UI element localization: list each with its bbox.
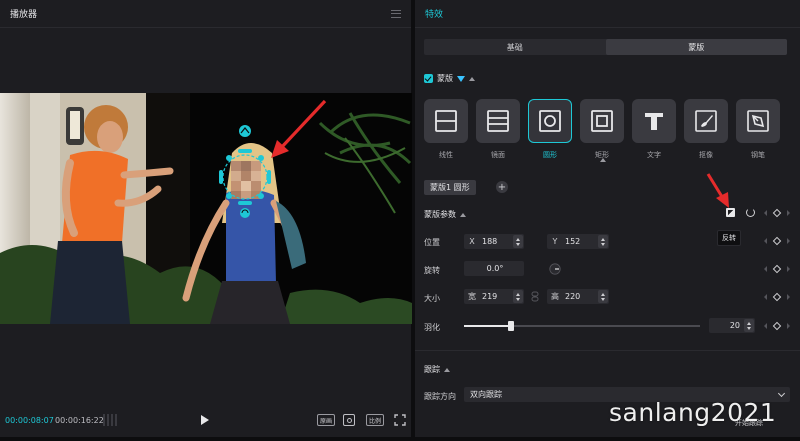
brush-mask-icon <box>695 110 717 132</box>
mask-type-list: 线性 镜面 圆形 矩形 文字 抠像 钢笔 <box>424 99 780 160</box>
invert-tooltip: 反转 <box>717 230 741 246</box>
feather-slider-handle[interactable] <box>508 321 515 331</box>
tracking-direction-label: 跟踪方向 <box>424 392 456 401</box>
mask-type-pen[interactable]: 钢笔 <box>736 99 780 160</box>
size-height-stepper[interactable] <box>598 290 608 303</box>
rect-variant-caret[interactable] <box>600 158 606 162</box>
menu-icon[interactable] <box>391 9 401 18</box>
collapse-icon[interactable] <box>469 76 475 81</box>
vip-gem-icon <box>457 75 465 82</box>
section-divider <box>415 350 800 351</box>
player-panel: 播放器 00:00:08:07 00:00:16:22 原画 比例 <box>0 0 412 437</box>
feather-stepper[interactable] <box>744 319 754 332</box>
position-keyframe[interactable] <box>764 236 790 246</box>
rotation-label: 旋转 <box>424 266 440 275</box>
mirror-mask-icon <box>487 110 509 132</box>
position-y-field[interactable]: Y 152 <box>547 234 609 249</box>
mask-type-brush[interactable]: 抠像 <box>684 99 728 160</box>
mask-type-text[interactable]: 文字 <box>632 99 676 160</box>
pen-mask-icon <box>747 110 769 132</box>
rotation-dial-icon[interactable] <box>549 263 561 275</box>
active-mask-chip[interactable]: 蒙版1 圆形 <box>424 180 476 195</box>
size-width-stepper[interactable] <box>513 290 523 303</box>
effects-tabs: 基础 蒙版 <box>424 39 787 55</box>
params-collapse-icon[interactable] <box>460 212 466 217</box>
position-x-field[interactable]: X 188 <box>464 234 524 249</box>
mask-type-rect[interactable]: 矩形 <box>580 99 624 160</box>
effects-title: 特效 <box>425 10 444 20</box>
reset-icon[interactable] <box>746 208 755 217</box>
total-timecode: 00:00:16:22 <box>55 415 104 425</box>
ratio-button[interactable]: 比例 <box>366 414 385 426</box>
pixelated-face <box>231 161 261 199</box>
chevron-down-icon <box>777 389 786 397</box>
video-viewer[interactable] <box>0 93 412 324</box>
watermark: sanlang2021 <box>609 398 777 427</box>
feather-field[interactable]: 20 <box>709 318 755 333</box>
tracking-section-header: 跟踪 <box>424 364 450 375</box>
rect-mask-icon <box>591 110 613 132</box>
mask-params-label: 蒙版参数 <box>424 210 456 219</box>
player-title: 播放器 <box>10 10 38 20</box>
crop-icon[interactable] <box>343 414 355 426</box>
mask-type-circle[interactable]: 圆形 <box>528 99 572 160</box>
mask-section-label: 蒙版 <box>437 74 453 83</box>
effects-header: 特效 <box>415 0 800 28</box>
params-keyframe[interactable] <box>764 208 790 218</box>
feather-slider[interactable] <box>464 321 700 331</box>
quality-button[interactable]: 原画 <box>317 414 336 426</box>
position-y-stepper[interactable] <box>598 235 608 248</box>
play-icon[interactable] <box>201 415 209 425</box>
tracking-collapse-icon[interactable] <box>444 367 450 372</box>
size-width-field[interactable]: 宽 219 <box>464 289 524 304</box>
player-header: 播放器 <box>0 0 411 28</box>
size-keyframe[interactable] <box>764 292 790 302</box>
rotation-keyframe[interactable] <box>764 264 790 274</box>
feather-slider-fill <box>464 325 512 327</box>
fullscreen-icon[interactable] <box>394 414 406 426</box>
text-mask-icon <box>645 113 663 130</box>
feather-keyframe[interactable] <box>764 321 790 331</box>
mask-params-header: 蒙版参数 <box>424 209 466 220</box>
tracking-label: 跟踪 <box>424 365 440 374</box>
mask-section-header: 蒙版 <box>424 73 475 84</box>
tooltip-arrow <box>706 173 729 208</box>
effects-panel: 特效 基础 蒙版 蒙版 线性 镜面 圆形 矩形 文字 抠像 钢笔 蒙版1 圆形 … <box>415 0 800 437</box>
link-icon[interactable] <box>531 291 539 302</box>
video-frame <box>0 93 412 324</box>
current-timecode: 00:00:08:07 <box>5 415 54 425</box>
size-height-field[interactable]: 高 220 <box>547 289 609 304</box>
size-label: 大小 <box>424 294 440 303</box>
tab-mask[interactable]: 蒙版 <box>605 39 787 55</box>
mask-type-linear[interactable]: 线性 <box>424 99 468 160</box>
player-footer: 00:00:08:07 00:00:16:22 原画 比例 <box>0 408 412 432</box>
mask-enable-checkbox[interactable] <box>424 74 433 83</box>
position-label: 位置 <box>424 238 440 247</box>
linear-mask-icon <box>435 110 457 132</box>
circle-mask-icon <box>539 110 561 132</box>
tab-basic[interactable]: 基础 <box>424 39 606 55</box>
mask-type-mirror[interactable]: 镜面 <box>476 99 520 160</box>
rotation-field[interactable]: 0.0° <box>464 261 524 276</box>
position-x-stepper[interactable] <box>513 235 523 248</box>
waveform-icon <box>103 414 119 426</box>
app-root: 播放器 00:00:08:07 00:00:16:22 原画 比例 特效 基础 … <box>0 0 800 441</box>
feather-label: 羽化 <box>424 323 440 332</box>
add-mask-button[interactable]: + <box>496 181 508 193</box>
